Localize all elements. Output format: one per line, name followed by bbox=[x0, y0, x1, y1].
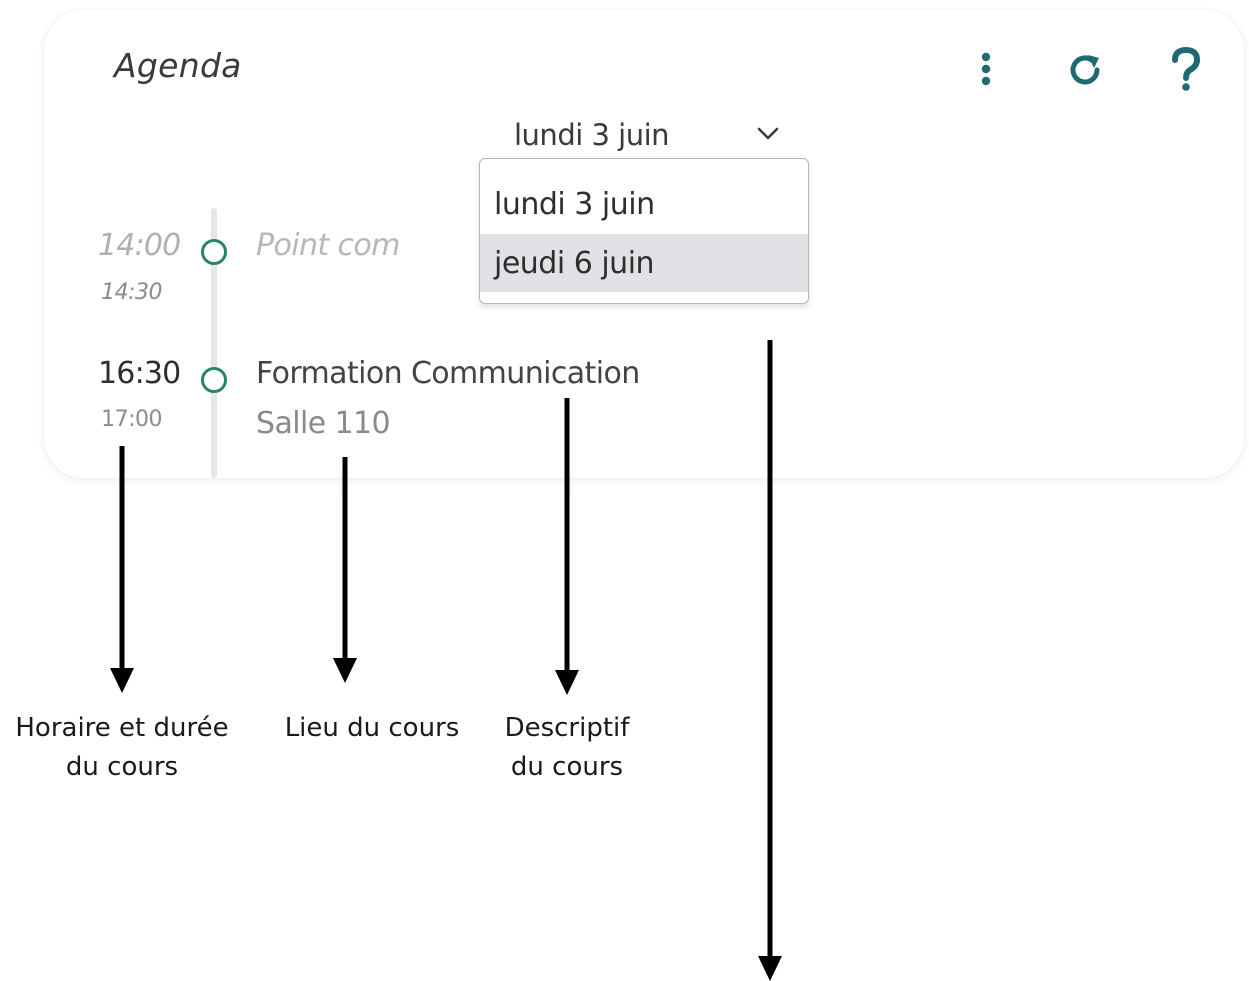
annotation-description: Descriptif du cours bbox=[487, 709, 647, 787]
annotation-line: du cours bbox=[510, 752, 624, 782]
annotation-line: Horaire et durée bbox=[15, 713, 229, 743]
annotation-location: Lieu du cours bbox=[272, 709, 472, 748]
annotation-arrows bbox=[110, 340, 782, 981]
annotation-line: Lieu du cours bbox=[284, 713, 460, 743]
stage: Agenda 14:00 14:30 Point com 16:30 17:00 bbox=[0, 0, 1249, 981]
annotation-line: Descriptif bbox=[504, 713, 630, 743]
annotation-line: du cours bbox=[65, 752, 179, 782]
annotation-schedule: Horaire et durée du cours bbox=[2, 709, 242, 787]
